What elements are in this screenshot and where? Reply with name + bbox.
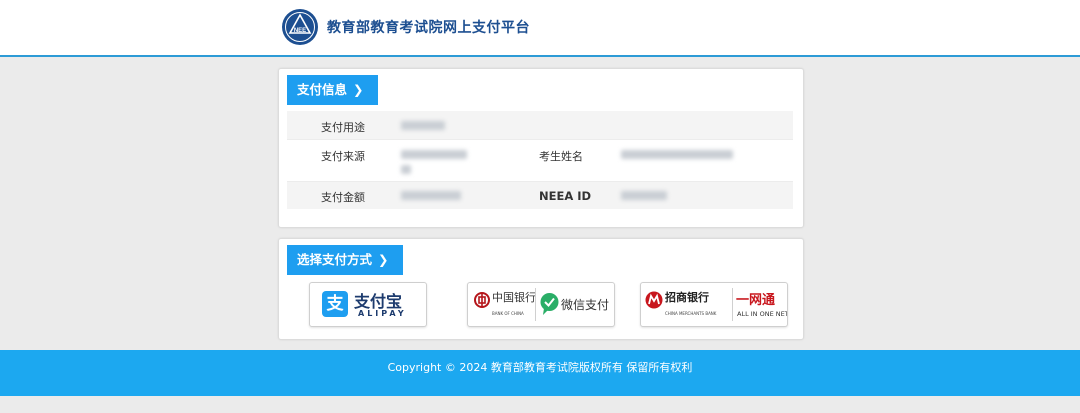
payment-info-panel: 支付信息 ❯ 支付用途 支付来源 考生姓名 支付金额 NEEA ID [278,68,804,228]
payment-method-title: 选择支付方式 [297,252,373,267]
purpose-label: 支付用途 [321,121,365,134]
cmb-option[interactable]: 招商银行 CHINA MERCHANTS BANK 一网通 ALL IN ONE… [640,282,788,327]
footer: Copyright © 2024 教育部教育考试院版权所有 保留所有权利 [0,350,1080,396]
svg-text:NEE: NEE [294,28,306,34]
payment-info-title: 支付信息 [297,82,348,97]
wechat-pay-icon [540,293,559,315]
neea-id-redacted [621,191,667,200]
site-title: 教育部教育考试院网上支付平台 [327,20,530,36]
chevron-right-icon: ❯ [353,82,364,97]
amount-label: 支付金额 [321,191,365,204]
neea-id-label: NEEA ID [539,189,592,203]
cmb-logo-icon [645,291,663,309]
candidate-name-redacted [621,150,733,159]
neea-logo[interactable]: NEE [281,8,319,46]
alipay-icon: 支 [322,291,348,317]
amount-value-redacted [401,191,461,200]
boc-logo-icon [474,292,490,308]
payment-info-heading: 支付信息 ❯ [287,75,378,105]
cmb-name-en: CHINA MERCHANTS BANK [665,311,717,316]
source-value-redacted-2 [401,165,411,174]
source-value-redacted [401,150,467,159]
payment-method-heading: 选择支付方式 ❯ [287,245,403,275]
table-row: 支付用途 [287,111,793,139]
table-row: 支付来源 考生姓名 [287,139,793,181]
cmb-name-cn: 招商银行 [665,291,709,304]
alipay-option[interactable]: 支 支付宝 ALIPAY [309,282,427,327]
header: NEE 教育部教育考试院网上支付平台 [0,0,1080,57]
cmb-net-en: ALL IN ONE NET [737,310,788,318]
table-row: 支付金额 NEEA ID [287,181,793,209]
divider [732,288,733,321]
alipay-sub: ALIPAY [358,309,407,318]
source-label: 支付来源 [321,150,365,163]
payment-method-panel: 选择支付方式 ❯ 支 支付宝 ALIPAY 中国银行 BANK OF CHINA … [278,238,804,340]
boc-name-en: BANK OF CHINA [492,311,524,316]
divider [535,288,536,321]
cmb-net-cn: 一网通 [736,293,776,308]
purpose-value-redacted [401,121,445,130]
copyright-text: Copyright © 2024 教育部教育考试院版权所有 保留所有权利 [387,361,693,374]
candidate-name-label: 考生姓名 [539,150,583,163]
boc-name-cn: 中国银行 [492,291,536,304]
chevron-right-icon: ❯ [378,252,389,267]
boc-wechat-option[interactable]: 中国银行 BANK OF CHINA 微信支付 [467,282,615,327]
payment-info-table: 支付用途 支付来源 考生姓名 支付金额 NEEA ID [287,111,793,209]
wechat-pay-label: 微信支付 [561,298,610,312]
